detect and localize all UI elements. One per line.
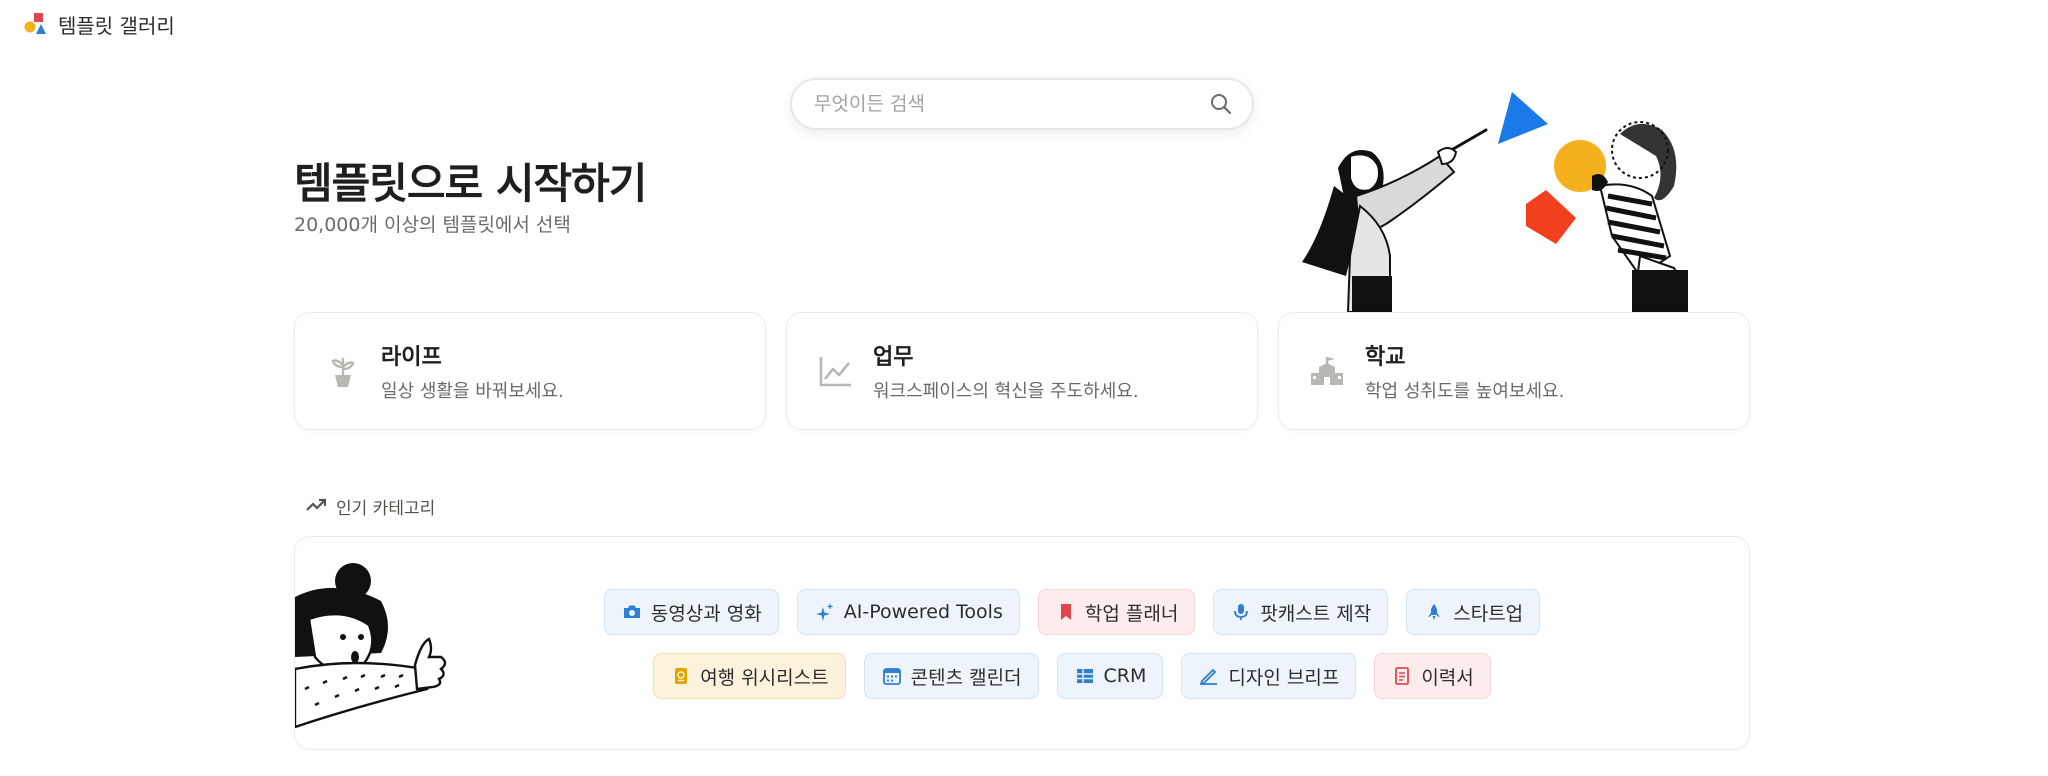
card-description: 일상 생활을 바꿔보세요. [381, 381, 564, 402]
popular-categories-header: 인기 카테고리 [306, 494, 435, 519]
chip-label: AI-Powered Tools [843, 601, 1003, 623]
card-life[interactable]: 라이프 일상 생활을 바꿔보세요. [294, 312, 766, 430]
chip-startup[interactable]: 스타트업 [1406, 589, 1541, 635]
chip-label: 콘텐츠 캘린더 [910, 666, 1022, 689]
passport-icon [672, 667, 690, 685]
chip-label: 팟캐스트 제작 [1260, 602, 1372, 625]
popular-categories-panel: 동영상과 영화 AI-Powered Tools 학업 플래너 팟캐스트 제작 … [294, 536, 1750, 750]
category-cards: 라이프 일상 생활을 바꿔보세요. 업무 워크스페이스의 혁신을 주도하세요. … [294, 312, 1750, 430]
search-icon[interactable] [1210, 93, 1232, 115]
chip-travel-wishlist[interactable]: 여행 위시리스트 [653, 653, 846, 699]
chip-podcast-production[interactable]: 팟캐스트 제작 [1213, 589, 1389, 635]
search-input[interactable] [814, 93, 1210, 115]
grid-icon [1076, 667, 1094, 685]
chip-label: 디자인 브리프 [1228, 666, 1340, 689]
plant-icon [325, 353, 361, 389]
page-subtitle: 20,000개 이상의 템플릿에서 선택 [294, 214, 571, 236]
hero-illustration [1290, 86, 1730, 312]
chip-video-and-film[interactable]: 동영상과 영화 [603, 589, 779, 635]
chip-label: 여행 위시리스트 [700, 666, 829, 689]
chip-resume[interactable]: 이력서 [1374, 653, 1491, 699]
sparkle-icon [815, 603, 834, 621]
page-title: 템플릿으로 시작하기 [294, 159, 647, 208]
chip-row: 동영상과 영화 AI-Powered Tools 학업 플래너 팟캐스트 제작 … [603, 589, 1541, 635]
popular-categories-label: 인기 카테고리 [336, 499, 436, 519]
chip-ai-powered-tools[interactable]: AI-Powered Tools [796, 589, 1020, 635]
document-icon [1393, 667, 1411, 685]
search-box[interactable] [790, 78, 1254, 130]
calendar-icon [882, 667, 901, 685]
pen-icon [1199, 667, 1218, 686]
card-description: 워크스페이스의 혁신을 주도하세요. [873, 381, 1139, 402]
app-header: 템플릿 갤러리 [22, 10, 175, 38]
app-title[interactable]: 템플릿 갤러리 [58, 10, 175, 39]
red-diamond-shape [1526, 190, 1576, 244]
card-title: 업무 [873, 345, 914, 370]
chip-crm[interactable]: CRM [1056, 653, 1164, 699]
card-school[interactable]: 학교 학업 성취도를 높여보세요. [1278, 312, 1750, 430]
microphone-icon [1232, 603, 1250, 621]
chip-row: 여행 위시리스트 콘텐츠 캘린더 CRM 디자인 브리프 이력서 [653, 653, 1491, 699]
chip-study-planner[interactable]: 학업 플래너 [1037, 589, 1196, 635]
chip-label: 학업 플래너 [1084, 602, 1179, 625]
chip-label: 이력서 [1421, 666, 1474, 689]
bookmark-icon [1057, 603, 1075, 621]
card-work[interactable]: 업무 워크스페이스의 혁신을 주도하세요. [786, 312, 1258, 430]
chip-design-brief[interactable]: 디자인 브리프 [1181, 653, 1357, 699]
school-icon [1309, 353, 1345, 389]
app-logo-icon[interactable] [22, 13, 48, 35]
chip-content-calendar[interactable]: 콘텐츠 캘린더 [863, 653, 1039, 699]
card-description: 학업 성취도를 높여보세요. [1365, 381, 1565, 402]
chip-label: 스타트업 [1453, 602, 1524, 625]
trending-icon [306, 497, 327, 516]
rocket-icon [1425, 603, 1443, 621]
category-chips: 동영상과 영화 AI-Powered Tools 학업 플래너 팟캐스트 제작 … [295, 589, 1749, 699]
chip-label: CRM [1103, 665, 1147, 687]
card-title: 학교 [1365, 345, 1406, 370]
chip-label: 동영상과 영화 [650, 602, 762, 625]
card-title: 라이프 [381, 345, 442, 370]
blue-triangle-shape [1498, 92, 1548, 144]
camera-icon [623, 603, 641, 621]
chart-line-icon [817, 353, 853, 389]
